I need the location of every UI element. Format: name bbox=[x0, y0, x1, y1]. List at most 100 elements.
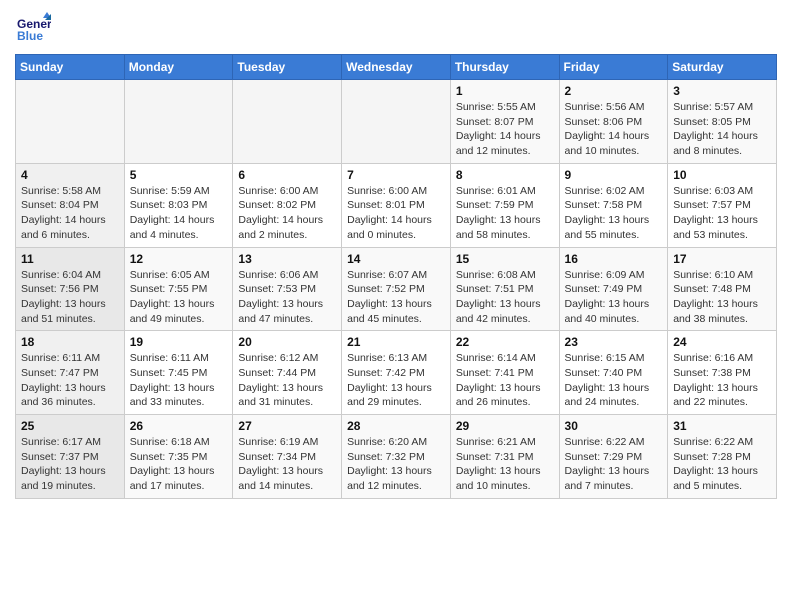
logo-icon: General Blue bbox=[15, 10, 51, 46]
day-number: 27 bbox=[238, 419, 336, 433]
calendar-cell: 31 Sunrise: 6:22 AM Sunset: 7:28 PM Dayl… bbox=[668, 415, 777, 499]
col-header-thursday: Thursday bbox=[450, 55, 559, 80]
calendar-cell: 8 Sunrise: 6:01 AM Sunset: 7:59 PM Dayli… bbox=[450, 163, 559, 247]
calendar-cell: 29 Sunrise: 6:21 AM Sunset: 7:31 PM Dayl… bbox=[450, 415, 559, 499]
day-info: Sunrise: 6:18 AM Sunset: 7:35 PM Dayligh… bbox=[130, 435, 228, 494]
calendar-week-5: 25 Sunrise: 6:17 AM Sunset: 7:37 PM Dayl… bbox=[16, 415, 777, 499]
day-info: Sunrise: 6:00 AM Sunset: 8:01 PM Dayligh… bbox=[347, 184, 445, 243]
calendar-cell: 30 Sunrise: 6:22 AM Sunset: 7:29 PM Dayl… bbox=[559, 415, 668, 499]
calendar-cell: 25 Sunrise: 6:17 AM Sunset: 7:37 PM Dayl… bbox=[16, 415, 125, 499]
calendar-cell: 22 Sunrise: 6:14 AM Sunset: 7:41 PM Dayl… bbox=[450, 331, 559, 415]
calendar-cell: 12 Sunrise: 6:05 AM Sunset: 7:55 PM Dayl… bbox=[124, 247, 233, 331]
calendar-cell: 10 Sunrise: 6:03 AM Sunset: 7:57 PM Dayl… bbox=[668, 163, 777, 247]
day-info: Sunrise: 6:03 AM Sunset: 7:57 PM Dayligh… bbox=[673, 184, 771, 243]
day-info: Sunrise: 5:56 AM Sunset: 8:06 PM Dayligh… bbox=[565, 100, 663, 159]
calendar-week-4: 18 Sunrise: 6:11 AM Sunset: 7:47 PM Dayl… bbox=[16, 331, 777, 415]
day-number: 5 bbox=[130, 168, 228, 182]
calendar-week-3: 11 Sunrise: 6:04 AM Sunset: 7:56 PM Dayl… bbox=[16, 247, 777, 331]
day-info: Sunrise: 6:05 AM Sunset: 7:55 PM Dayligh… bbox=[130, 268, 228, 327]
day-number: 21 bbox=[347, 335, 445, 349]
calendar-cell bbox=[16, 80, 125, 164]
calendar-cell: 18 Sunrise: 6:11 AM Sunset: 7:47 PM Dayl… bbox=[16, 331, 125, 415]
day-info: Sunrise: 6:11 AM Sunset: 7:47 PM Dayligh… bbox=[21, 351, 119, 410]
calendar-cell: 21 Sunrise: 6:13 AM Sunset: 7:42 PM Dayl… bbox=[342, 331, 451, 415]
col-header-monday: Monday bbox=[124, 55, 233, 80]
day-info: Sunrise: 6:01 AM Sunset: 7:59 PM Dayligh… bbox=[456, 184, 554, 243]
day-info: Sunrise: 6:12 AM Sunset: 7:44 PM Dayligh… bbox=[238, 351, 336, 410]
svg-text:Blue: Blue bbox=[17, 29, 43, 43]
day-number: 26 bbox=[130, 419, 228, 433]
day-info: Sunrise: 6:19 AM Sunset: 7:34 PM Dayligh… bbox=[238, 435, 336, 494]
day-number: 8 bbox=[456, 168, 554, 182]
day-info: Sunrise: 5:57 AM Sunset: 8:05 PM Dayligh… bbox=[673, 100, 771, 159]
day-info: Sunrise: 6:07 AM Sunset: 7:52 PM Dayligh… bbox=[347, 268, 445, 327]
calendar-cell: 27 Sunrise: 6:19 AM Sunset: 7:34 PM Dayl… bbox=[233, 415, 342, 499]
day-info: Sunrise: 6:02 AM Sunset: 7:58 PM Dayligh… bbox=[565, 184, 663, 243]
calendar-cell: 3 Sunrise: 5:57 AM Sunset: 8:05 PM Dayli… bbox=[668, 80, 777, 164]
calendar-cell: 4 Sunrise: 5:58 AM Sunset: 8:04 PM Dayli… bbox=[16, 163, 125, 247]
calendar-cell: 26 Sunrise: 6:18 AM Sunset: 7:35 PM Dayl… bbox=[124, 415, 233, 499]
day-info: Sunrise: 5:58 AM Sunset: 8:04 PM Dayligh… bbox=[21, 184, 119, 243]
calendar-week-1: 1 Sunrise: 5:55 AM Sunset: 8:07 PM Dayli… bbox=[16, 80, 777, 164]
day-info: Sunrise: 6:15 AM Sunset: 7:40 PM Dayligh… bbox=[565, 351, 663, 410]
col-header-tuesday: Tuesday bbox=[233, 55, 342, 80]
day-number: 14 bbox=[347, 252, 445, 266]
day-number: 13 bbox=[238, 252, 336, 266]
day-number: 23 bbox=[565, 335, 663, 349]
col-header-saturday: Saturday bbox=[668, 55, 777, 80]
calendar-cell bbox=[233, 80, 342, 164]
day-number: 18 bbox=[21, 335, 119, 349]
day-info: Sunrise: 5:55 AM Sunset: 8:07 PM Dayligh… bbox=[456, 100, 554, 159]
page-header: General Blue bbox=[15, 10, 777, 46]
day-info: Sunrise: 6:17 AM Sunset: 7:37 PM Dayligh… bbox=[21, 435, 119, 494]
day-number: 17 bbox=[673, 252, 771, 266]
day-info: Sunrise: 6:04 AM Sunset: 7:56 PM Dayligh… bbox=[21, 268, 119, 327]
calendar-cell: 24 Sunrise: 6:16 AM Sunset: 7:38 PM Dayl… bbox=[668, 331, 777, 415]
day-number: 1 bbox=[456, 84, 554, 98]
day-number: 24 bbox=[673, 335, 771, 349]
logo: General Blue bbox=[15, 10, 55, 46]
calendar-cell: 23 Sunrise: 6:15 AM Sunset: 7:40 PM Dayl… bbox=[559, 331, 668, 415]
calendar-table: SundayMondayTuesdayWednesdayThursdayFrid… bbox=[15, 54, 777, 499]
day-info: Sunrise: 6:09 AM Sunset: 7:49 PM Dayligh… bbox=[565, 268, 663, 327]
day-number: 7 bbox=[347, 168, 445, 182]
day-number: 12 bbox=[130, 252, 228, 266]
day-info: Sunrise: 6:14 AM Sunset: 7:41 PM Dayligh… bbox=[456, 351, 554, 410]
calendar-cell: 19 Sunrise: 6:11 AM Sunset: 7:45 PM Dayl… bbox=[124, 331, 233, 415]
calendar-cell: 17 Sunrise: 6:10 AM Sunset: 7:48 PM Dayl… bbox=[668, 247, 777, 331]
calendar-week-2: 4 Sunrise: 5:58 AM Sunset: 8:04 PM Dayli… bbox=[16, 163, 777, 247]
calendar-cell: 1 Sunrise: 5:55 AM Sunset: 8:07 PM Dayli… bbox=[450, 80, 559, 164]
day-number: 20 bbox=[238, 335, 336, 349]
calendar-cell: 14 Sunrise: 6:07 AM Sunset: 7:52 PM Dayl… bbox=[342, 247, 451, 331]
day-number: 9 bbox=[565, 168, 663, 182]
day-number: 22 bbox=[456, 335, 554, 349]
day-number: 25 bbox=[21, 419, 119, 433]
day-number: 4 bbox=[21, 168, 119, 182]
calendar-cell: 13 Sunrise: 6:06 AM Sunset: 7:53 PM Dayl… bbox=[233, 247, 342, 331]
calendar-cell: 7 Sunrise: 6:00 AM Sunset: 8:01 PM Dayli… bbox=[342, 163, 451, 247]
day-number: 15 bbox=[456, 252, 554, 266]
day-info: Sunrise: 6:13 AM Sunset: 7:42 PM Dayligh… bbox=[347, 351, 445, 410]
day-info: Sunrise: 6:21 AM Sunset: 7:31 PM Dayligh… bbox=[456, 435, 554, 494]
day-info: Sunrise: 6:20 AM Sunset: 7:32 PM Dayligh… bbox=[347, 435, 445, 494]
calendar-cell: 9 Sunrise: 6:02 AM Sunset: 7:58 PM Dayli… bbox=[559, 163, 668, 247]
calendar-cell: 20 Sunrise: 6:12 AM Sunset: 7:44 PM Dayl… bbox=[233, 331, 342, 415]
day-number: 16 bbox=[565, 252, 663, 266]
day-info: Sunrise: 6:16 AM Sunset: 7:38 PM Dayligh… bbox=[673, 351, 771, 410]
col-header-sunday: Sunday bbox=[16, 55, 125, 80]
calendar-cell: 16 Sunrise: 6:09 AM Sunset: 7:49 PM Dayl… bbox=[559, 247, 668, 331]
col-header-wednesday: Wednesday bbox=[342, 55, 451, 80]
day-info: Sunrise: 6:11 AM Sunset: 7:45 PM Dayligh… bbox=[130, 351, 228, 410]
calendar-cell: 2 Sunrise: 5:56 AM Sunset: 8:06 PM Dayli… bbox=[559, 80, 668, 164]
day-number: 29 bbox=[456, 419, 554, 433]
calendar-cell bbox=[124, 80, 233, 164]
day-info: Sunrise: 6:08 AM Sunset: 7:51 PM Dayligh… bbox=[456, 268, 554, 327]
calendar-cell: 11 Sunrise: 6:04 AM Sunset: 7:56 PM Dayl… bbox=[16, 247, 125, 331]
day-number: 28 bbox=[347, 419, 445, 433]
day-number: 2 bbox=[565, 84, 663, 98]
day-number: 11 bbox=[21, 252, 119, 266]
day-number: 6 bbox=[238, 168, 336, 182]
day-number: 31 bbox=[673, 419, 771, 433]
calendar-cell: 15 Sunrise: 6:08 AM Sunset: 7:51 PM Dayl… bbox=[450, 247, 559, 331]
day-number: 30 bbox=[565, 419, 663, 433]
